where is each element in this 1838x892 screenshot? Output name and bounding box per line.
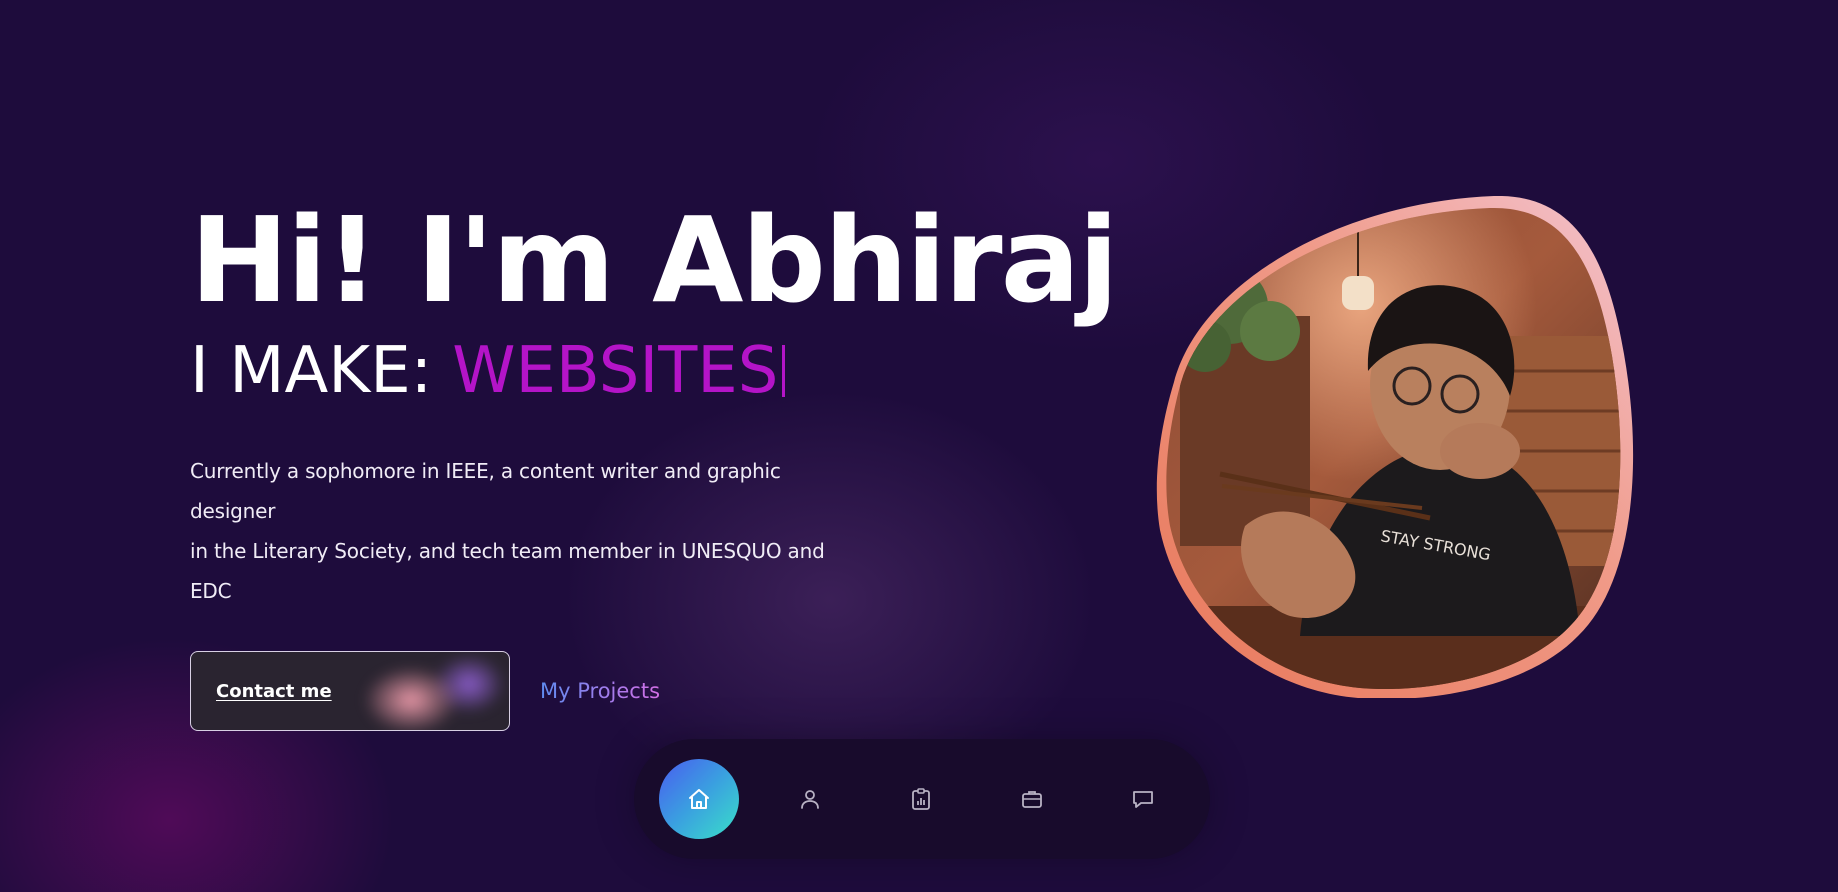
nav-projects-button[interactable] — [992, 759, 1072, 839]
clipboard-chart-icon — [912, 788, 930, 810]
user-icon — [801, 790, 819, 809]
contact-me-label: Contact me — [216, 680, 332, 702]
nav-home-button[interactable] — [659, 759, 739, 839]
briefcase-icon — [1022, 791, 1042, 808]
profile-portrait: STAY STRONG — [1150, 196, 1652, 698]
hero-section: Hi! I'm Abhiraj I MAKE: WEBSITES Current… — [190, 191, 1119, 731]
my-projects-link[interactable]: My Projects — [540, 679, 660, 703]
button-glow-decoration — [361, 654, 509, 730]
bio-line: Currently a sophomore in IEEE, a content… — [190, 459, 781, 523]
chat-bubble-icon — [1133, 791, 1153, 808]
hero-actions: Contact me My Projects — [190, 651, 1090, 731]
hero-greeting: Hi! I'm Abhiraj — [190, 191, 1119, 329]
typing-caret — [782, 345, 786, 397]
make-label: I MAKE: — [190, 334, 433, 408]
contact-me-button[interactable]: Contact me — [190, 651, 510, 731]
bio-line: in the Literary Society, and tech team m… — [190, 539, 825, 603]
typing-subheading: I MAKE: WEBSITES — [190, 333, 1090, 409]
nav-about-button[interactable] — [770, 759, 850, 839]
nav-stats-button[interactable] — [881, 759, 961, 839]
nav-contact-button[interactable] — [1103, 759, 1183, 839]
profile-photo: STAY STRONG — [1156, 196, 1634, 698]
bottom-nav-dock — [634, 739, 1210, 859]
home-icon — [689, 789, 709, 809]
typed-word: WEBSITES — [452, 334, 779, 408]
bio-text: Currently a sophomore in IEEE, a content… — [190, 451, 850, 611]
